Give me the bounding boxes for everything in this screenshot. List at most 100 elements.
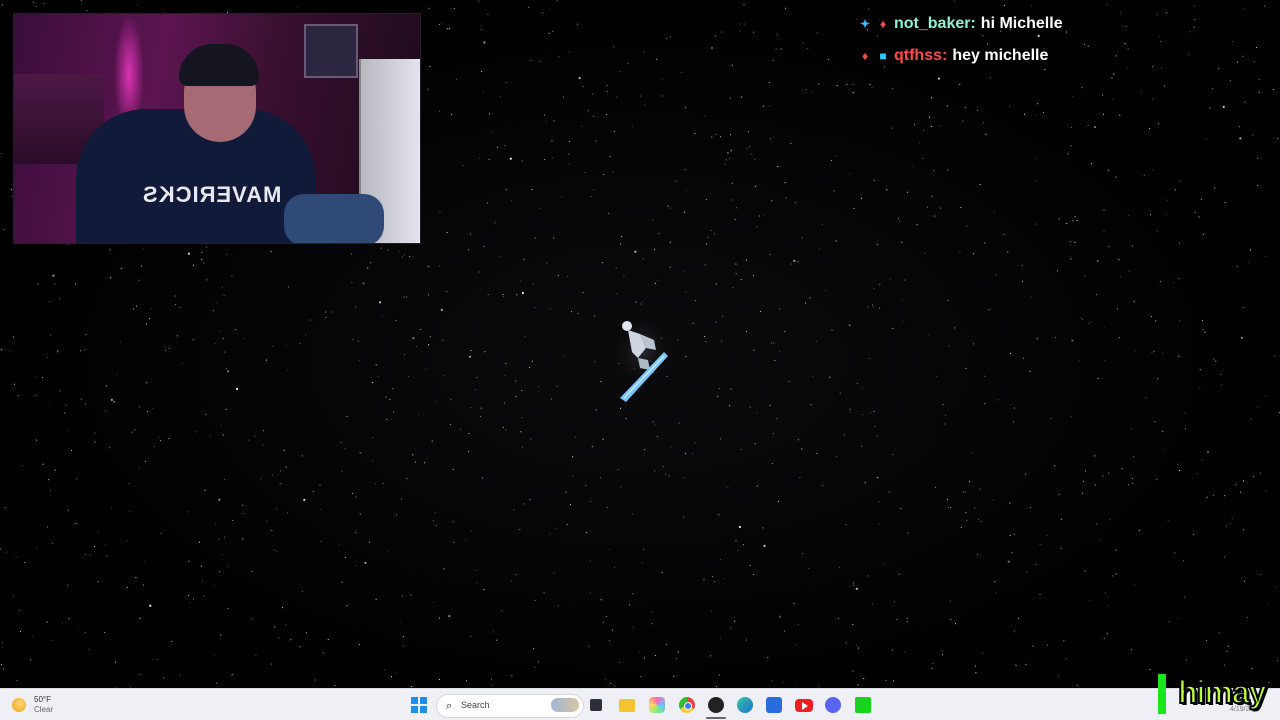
star: [892, 680, 895, 682]
star: [670, 446, 672, 448]
star: [242, 512, 244, 514]
star: [201, 580, 204, 582]
star: [75, 522, 77, 525]
discord-icon[interactable]: [825, 697, 841, 713]
star: [1071, 339, 1074, 342]
copilot-icon[interactable]: [649, 697, 665, 713]
youtube-icon[interactable]: [795, 699, 813, 712]
star: [1256, 47, 1258, 49]
star: [654, 248, 656, 250]
star: [595, 409, 597, 411]
star: [0, 548, 1, 550]
star: [1225, 525, 1227, 527]
star: [479, 157, 481, 159]
star: [1021, 280, 1024, 282]
star: [848, 324, 851, 327]
star: [546, 262, 548, 264]
star: [857, 647, 859, 649]
star: [395, 514, 398, 516]
star: [604, 678, 606, 680]
microsoft-store-icon[interactable]: [766, 697, 782, 713]
star: [959, 83, 961, 85]
star: [845, 524, 847, 526]
star: [644, 449, 646, 451]
star: [160, 533, 162, 535]
star: [175, 303, 177, 306]
star: [994, 581, 996, 583]
windows-start-icon[interactable]: [411, 697, 427, 713]
star: [1166, 199, 1169, 201]
search-icon: ⌕: [446, 700, 453, 712]
star: [163, 10, 165, 12]
star: [142, 584, 144, 586]
star: [715, 283, 717, 285]
star: [358, 643, 361, 645]
star: [784, 182, 786, 184]
star: [558, 56, 560, 58]
star: [1179, 180, 1181, 183]
star: [625, 418, 627, 420]
star: [231, 275, 233, 277]
star: [654, 654, 656, 656]
star: [287, 369, 289, 371]
star: [516, 294, 518, 296]
star: [344, 448, 346, 450]
star: [662, 95, 664, 97]
star: [1253, 60, 1255, 62]
star: [370, 262, 372, 264]
green-app-icon[interactable]: [855, 697, 871, 713]
star: [873, 179, 875, 182]
star: [140, 265, 142, 267]
chrome-icon[interactable]: [679, 697, 695, 713]
taskbar-clock[interactable]: 4/19/2: [1230, 706, 1249, 713]
star: [802, 42, 804, 44]
star: [752, 275, 755, 277]
star: [773, 342, 775, 344]
star: [888, 491, 890, 493]
star: [879, 307, 881, 309]
obs-icon[interactable]: [708, 697, 724, 713]
star: [192, 598, 195, 600]
star: [68, 618, 70, 620]
star: [867, 306, 869, 308]
star: [556, 527, 558, 529]
star: [114, 661, 117, 663]
star: [1151, 352, 1153, 354]
star: [278, 637, 280, 639]
star: [550, 398, 552, 400]
star: [80, 0, 82, 1]
edge-icon[interactable]: [737, 697, 753, 713]
star: [651, 611, 653, 613]
star: [613, 566, 616, 568]
star: [327, 638, 329, 641]
file-explorer-icon[interactable]: [619, 699, 635, 712]
weather-widget[interactable]: 50°F Clear: [12, 693, 53, 717]
star: [1021, 264, 1023, 266]
star: [582, 292, 584, 294]
star: [287, 286, 289, 288]
star: [1039, 593, 1041, 595]
star: [933, 170, 935, 172]
star: [928, 334, 930, 336]
star: [149, 604, 152, 607]
star: [521, 160, 523, 162]
star: [1173, 282, 1175, 284]
star: [1220, 384, 1222, 386]
star: [856, 382, 858, 385]
taskbar-search-box[interactable]: ⌕ Search: [436, 694, 584, 718]
star: [79, 625, 81, 628]
star: [877, 477, 879, 479]
star: [204, 489, 206, 491]
task-view-icon[interactable]: [590, 699, 602, 711]
star: [769, 404, 771, 406]
star: [470, 635, 472, 637]
star: [1149, 214, 1151, 216]
star: [85, 334, 87, 336]
star: [502, 295, 504, 297]
star: [968, 481, 971, 483]
star: [218, 538, 220, 540]
star: [253, 435, 256, 437]
star: [568, 163, 570, 165]
star: [303, 498, 306, 501]
star: [896, 618, 898, 621]
